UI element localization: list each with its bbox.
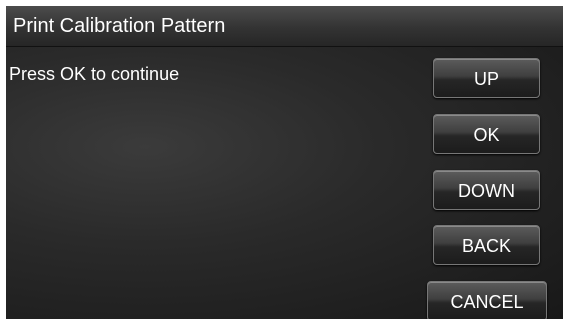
instruction-message: Press OK to continue bbox=[9, 64, 180, 84]
up-button[interactable]: UP bbox=[433, 58, 540, 98]
back-button[interactable]: BACK bbox=[433, 225, 540, 265]
page-title: Print Calibration Pattern bbox=[13, 15, 226, 37]
down-button[interactable]: DOWN bbox=[433, 170, 540, 210]
title-bar: Print Calibration Pattern bbox=[6, 6, 563, 47]
ok-button[interactable]: OK bbox=[433, 114, 540, 154]
cancel-button[interactable]: CANCEL bbox=[427, 281, 547, 319]
device-screen: Print Calibration Pattern Press OK to co… bbox=[6, 6, 563, 319]
